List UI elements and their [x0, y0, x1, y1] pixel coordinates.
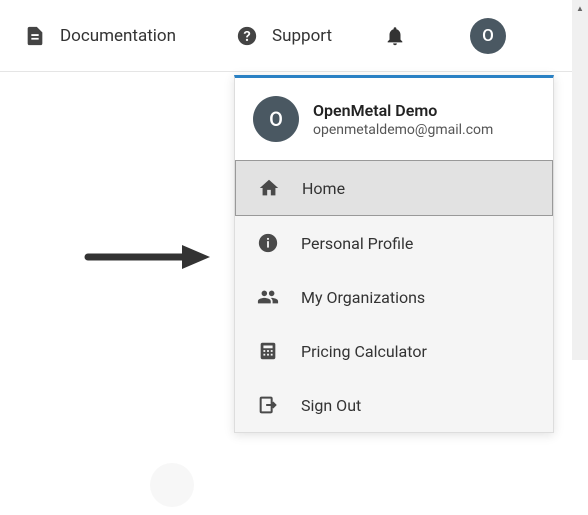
user-info: OpenMetal Demo openmetaldemo@gmail.com: [313, 101, 493, 138]
menu-item-signout[interactable]: Sign Out: [235, 378, 553, 432]
menu-item-home[interactable]: Home: [235, 160, 553, 216]
menu-item-profile[interactable]: Personal Profile: [235, 216, 553, 270]
menu-item-organizations[interactable]: My Organizations: [235, 270, 553, 324]
support-link[interactable]: Support: [236, 25, 332, 47]
bell-icon: [384, 25, 406, 47]
menu-label: Sign Out: [301, 396, 361, 415]
user-avatar-button[interactable]: O: [470, 18, 506, 54]
menu-item-pricing[interactable]: Pricing Calculator: [235, 324, 553, 378]
dropdown-header: O OpenMetal Demo openmetaldemo@gmail.com: [235, 78, 553, 160]
avatar-initial: O: [482, 26, 494, 46]
signout-icon: [257, 394, 279, 416]
decorative-circle: [150, 463, 194, 507]
arrow-annotation: [82, 237, 212, 277]
calculator-icon: [257, 340, 279, 362]
scrollbar-track[interactable]: [572, 0, 588, 360]
document-icon: [24, 25, 46, 47]
menu-label: Personal Profile: [301, 234, 413, 253]
documentation-link[interactable]: Documentation: [24, 25, 176, 47]
scrollbar-up-button[interactable]: ▲: [572, 0, 588, 16]
dropdown-avatar: O: [253, 96, 299, 142]
user-dropdown: O OpenMetal Demo openmetaldemo@gmail.com…: [234, 75, 554, 433]
user-name: OpenMetal Demo: [313, 101, 493, 120]
user-email: openmetaldemo@gmail.com: [313, 122, 493, 138]
documentation-label: Documentation: [60, 26, 176, 46]
notifications-button[interactable]: [384, 25, 406, 47]
support-label: Support: [272, 26, 332, 46]
menu-label: My Organizations: [301, 288, 425, 307]
menu-label: Home: [302, 179, 345, 198]
menu-label: Pricing Calculator: [301, 342, 427, 361]
dropdown-avatar-initial: O: [269, 107, 283, 131]
topbar: Documentation Support O: [0, 0, 572, 72]
home-icon: [258, 177, 280, 199]
help-icon: [236, 25, 258, 47]
info-icon: [257, 232, 279, 254]
people-icon: [257, 286, 279, 308]
